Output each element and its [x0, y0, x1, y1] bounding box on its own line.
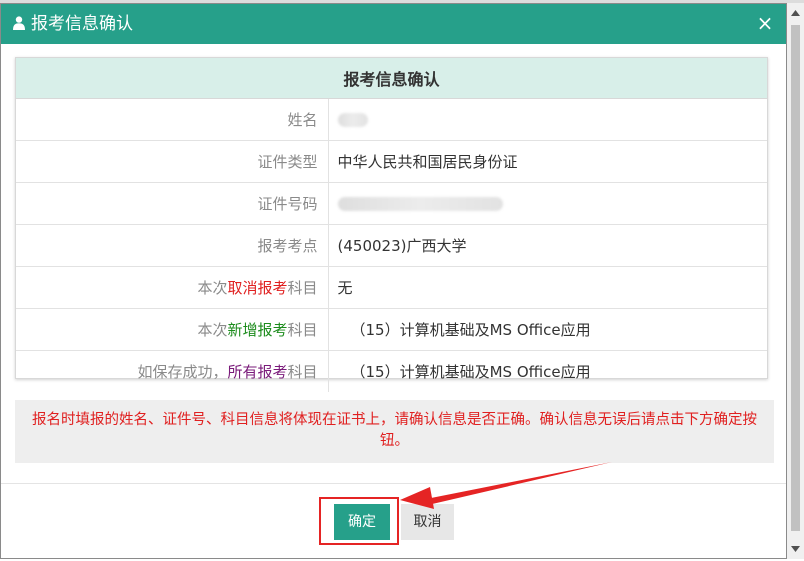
table-row: 报考考点 (450023)广西大学	[16, 224, 767, 267]
row-label-all-subjects: 如保存成功，所有报考科目	[16, 350, 329, 392]
row-label-exam-site: 报考考点	[16, 224, 329, 267]
confirm-dialog: 报考信息确认 × 报考信息确认 姓名 证件类型 中华人民共和国居民身份证 证件号…	[0, 3, 787, 559]
dialog-header: 报考信息确认 ×	[1, 4, 786, 44]
table-header: 报考信息确认	[16, 58, 767, 99]
row-label-name: 姓名	[16, 98, 329, 141]
scroll-up-arrow-icon[interactable]	[787, 7, 804, 19]
row-value-name	[328, 98, 767, 141]
redacted-id-number	[337, 197, 503, 211]
warning-notice: 报名时填报的姓名、证件号、科目信息将体现在证书上，请确认信息是否正确。确认信息无…	[15, 400, 774, 463]
footer-divider	[1, 483, 786, 484]
row-value-cancelled-subjects: 无	[328, 266, 767, 309]
label-part: 科目	[287, 321, 318, 339]
row-value-exam-site: (450023)广西大学	[328, 224, 767, 267]
row-value-id-number	[328, 182, 767, 225]
label-highlight-added: 新增报考	[227, 321, 288, 339]
annotation-highlight-box	[319, 497, 399, 545]
label-part: 本次	[197, 279, 228, 297]
table-row: 姓名	[16, 98, 767, 141]
row-value-all-subjects: （15）计算机基础及MS Office应用	[328, 350, 767, 392]
redacted-name	[337, 113, 368, 127]
annotation-arrow	[400, 462, 612, 509]
page-scrollbar[interactable]	[787, 3, 804, 559]
label-part: 本次	[197, 321, 228, 339]
table-row: 证件类型 中华人民共和国居民身份证	[16, 140, 767, 183]
label-highlight-all: 所有报考	[227, 363, 288, 381]
row-value-id-type: 中华人民共和国居民身份证	[328, 140, 767, 183]
dialog-title: 报考信息确认	[31, 14, 133, 34]
table-row: 证件号码	[16, 182, 767, 225]
close-button[interactable]: ×	[754, 11, 776, 35]
table-row: 本次新增报考科目 （15）计算机基础及MS Office应用	[16, 308, 767, 351]
row-label-id-number: 证件号码	[16, 182, 329, 225]
table-row: 本次取消报考科目 无	[16, 266, 767, 309]
row-label-added-subjects: 本次新增报考科目	[16, 308, 329, 351]
label-part: 科目	[287, 363, 318, 381]
scrollbar-thumb[interactable]	[791, 25, 800, 531]
row-label-cancelled-subjects: 本次取消报考科目	[16, 266, 329, 309]
row-value-added-subjects: （15）计算机基础及MS Office应用	[328, 308, 767, 351]
info-table: 报考信息确认 姓名 证件类型 中华人民共和国居民身份证 证件号码 报考考点 (4…	[15, 57, 768, 392]
row-label-id-type: 证件类型	[16, 140, 329, 183]
label-highlight-cancel: 取消报考	[227, 279, 288, 297]
user-icon	[13, 16, 25, 30]
label-part: 科目	[287, 279, 318, 297]
label-part: 如保存成功，	[137, 363, 228, 381]
table-row: 如保存成功，所有报考科目 （15）计算机基础及MS Office应用	[16, 350, 767, 392]
scroll-down-arrow-icon[interactable]	[787, 543, 804, 555]
